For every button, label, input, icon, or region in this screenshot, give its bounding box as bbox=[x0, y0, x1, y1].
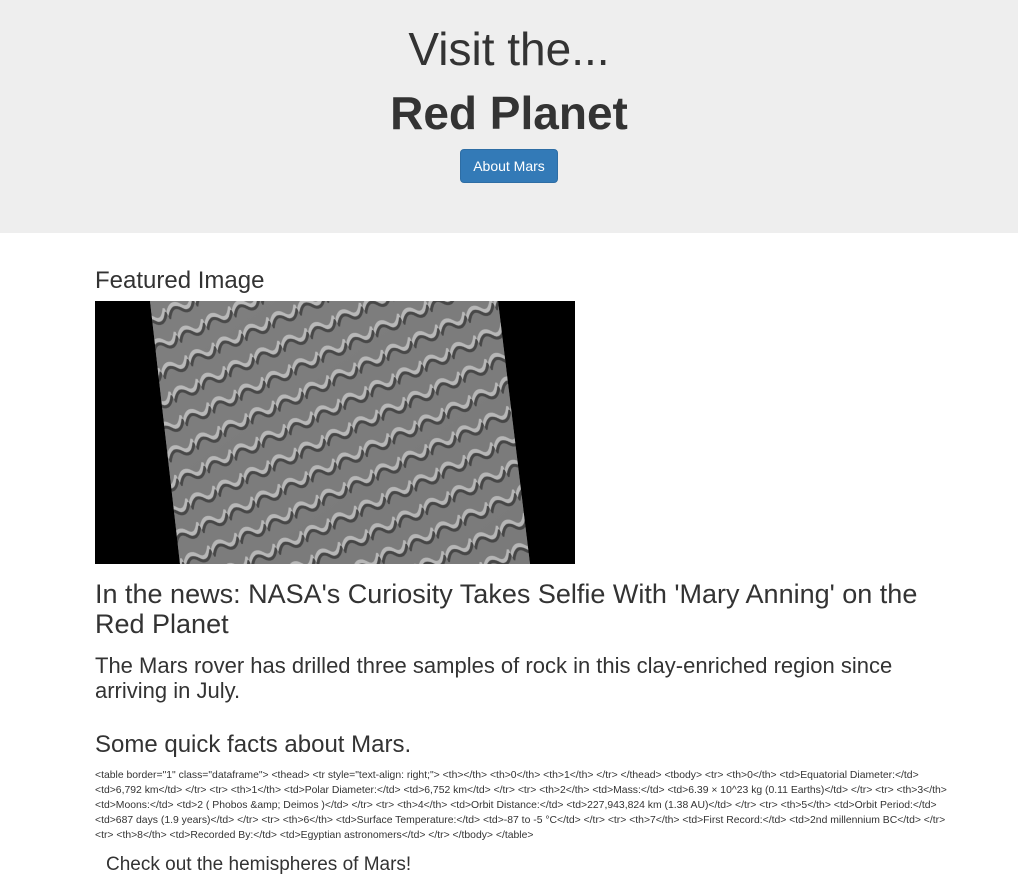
about-mars-button[interactable]: About Mars bbox=[460, 149, 558, 183]
facts-table-raw: <table border="1" class="dataframe"> <th… bbox=[95, 770, 947, 841]
news-title: In the news: NASA's Curiosity Takes Self… bbox=[95, 579, 918, 639]
featured-image bbox=[95, 301, 575, 564]
hemispheres-link[interactable]: Check out the hemispheres of Mars! bbox=[106, 855, 958, 875]
header-jumbotron: Visit the... Red Planet About Mars bbox=[0, 0, 1018, 233]
news-paragraph: The Mars rover has drilled three samples… bbox=[95, 653, 893, 703]
header-line2: Red Planet bbox=[390, 87, 628, 139]
facts-heading: Some quick facts about Mars. bbox=[95, 731, 412, 758]
header-line1: Visit the... bbox=[408, 23, 610, 75]
main-content: Featured Image In the news: NASA's Curio… bbox=[0, 269, 1018, 875]
featured-image-heading: Featured Image bbox=[95, 267, 265, 294]
